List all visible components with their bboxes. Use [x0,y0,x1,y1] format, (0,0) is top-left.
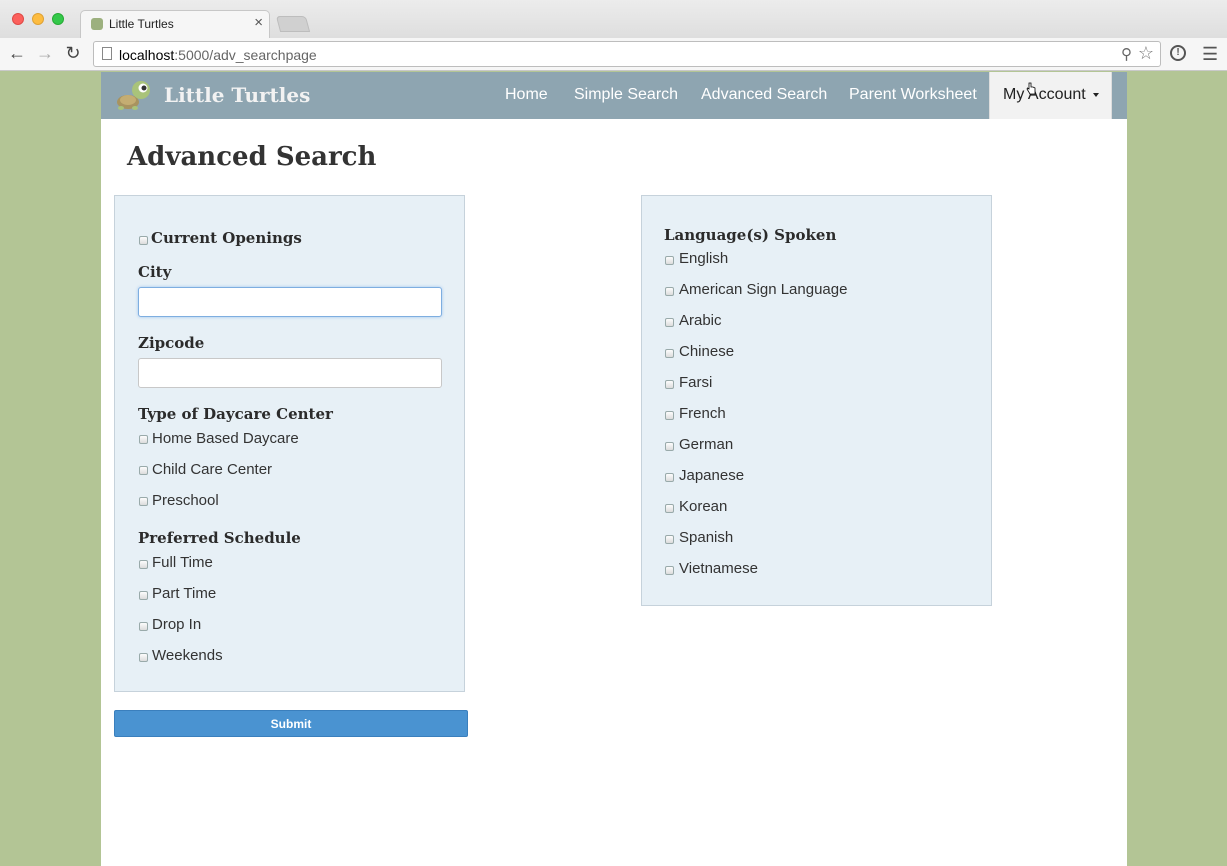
window-close-button[interactable] [12,13,24,25]
browser-toolbar: ← → ↻ localhost:5000/adv_searchpage ⚲ ☆ … [0,38,1227,71]
language-checkbox[interactable] [665,256,674,265]
zipcode-label: Zipcode [138,334,205,352]
languages-title: Language(s) Spoken [664,226,837,244]
tab-close-icon[interactable]: × [254,14,263,31]
site-brand[interactable]: Little Turtles [164,83,310,107]
languages-panel: Language(s) Spoken English American Sign … [641,195,992,606]
url-text[interactable]: localhost:5000/adv_searchpage [119,47,317,63]
new-tab-button[interactable] [275,16,311,32]
star-icon[interactable]: ☆ [1138,43,1154,64]
language-checkbox[interactable] [665,566,674,575]
language-option: Spanish [679,529,734,546]
daycare-type-option: Home Based Daycare [152,430,299,447]
daycare-type-checkbox[interactable] [139,435,148,444]
schedule-checkbox[interactable] [139,653,148,662]
page-icon [102,47,112,60]
language-checkbox[interactable] [665,349,674,358]
language-checkbox[interactable] [665,535,674,544]
language-option: Korean [679,498,728,515]
city-input[interactable] [138,287,442,317]
language-checkbox[interactable] [665,504,674,513]
my-account-dropdown[interactable]: My Account [989,72,1112,119]
language-checkbox[interactable] [665,287,674,296]
schedule-option: Weekends [152,647,223,664]
browser-titlebar: Little Turtles × [0,0,1227,38]
nav-simple-search-link[interactable]: Simple Search [574,86,678,104]
submit-button[interactable]: Submit [114,710,468,737]
language-option: Chinese [679,343,735,360]
daycare-type-title: Type of Daycare Center [138,405,333,423]
url-path: :5000/adv_searchpage [174,47,317,63]
daycare-type-option: Child Care Center [152,461,273,478]
daycare-type-checkbox[interactable] [139,497,148,506]
tab-title: Little Turtles [109,17,174,31]
language-option: American Sign Language [679,281,848,298]
language-option: Arabic [679,312,722,329]
nav-advanced-search-link[interactable]: Advanced Search [701,86,827,104]
city-label: City [138,263,172,281]
current-openings-label: Current Openings [151,229,302,247]
page-title: Advanced Search [127,142,377,172]
current-openings-checkbox[interactable] [139,236,148,245]
site-navbar: Little Turtles Home Simple Search Advanc… [101,72,1127,119]
caret-down-icon [1093,93,1099,97]
reload-icon[interactable]: ↻ [62,42,84,64]
schedule-checkbox[interactable] [139,560,148,569]
schedule-title: Preferred Schedule [138,529,301,547]
language-checkbox[interactable] [665,380,674,389]
schedule-option: Full Time [152,554,213,571]
address-bar[interactable]: localhost:5000/adv_searchpage ⚲ ☆ [93,41,1161,67]
turtle-favicon-icon [91,18,103,30]
language-checkbox[interactable] [665,442,674,451]
language-option: Japanese [679,467,745,484]
url-host: localhost [119,47,175,63]
language-option: English [679,250,729,267]
nav-home-link[interactable]: Home [505,86,548,104]
schedule-checkbox[interactable] [139,591,148,600]
arrow-left-icon[interactable]: ← [6,42,28,64]
schedule-option: Part Time [152,585,217,602]
window-minimize-button[interactable] [32,13,44,25]
schedule-option: Drop In [152,616,202,633]
magnifier-icon[interactable]: ⚲ [1121,45,1132,63]
zipcode-input[interactable] [138,358,442,388]
arrow-right-icon[interactable]: → [34,42,56,64]
window-maximize-button[interactable] [52,13,64,25]
language-option: Vietnamese [679,560,758,577]
language-checkbox[interactable] [665,473,674,482]
language-checkbox[interactable] [665,318,674,327]
language-checkbox[interactable] [665,411,674,420]
search-filters-panel: Current Openings City Zipcode Type of Da… [114,195,465,692]
my-account-label: My Account [1003,86,1086,103]
extension-icon[interactable]: ! [1170,45,1186,61]
page-container: Little Turtles Home Simple Search Advanc… [101,72,1127,866]
schedule-checkbox[interactable] [139,622,148,631]
language-option: French [679,405,726,422]
daycare-type-checkbox[interactable] [139,466,148,475]
browser-tab[interactable]: Little Turtles × [80,10,270,38]
language-option: Farsi [679,374,713,391]
hamburger-menu-icon[interactable]: ☰ [1202,44,1218,65]
nav-parent-worksheet-link[interactable]: Parent Worksheet [849,86,977,104]
turtle-logo-icon[interactable] [115,78,151,112]
daycare-type-option: Preschool [152,492,219,509]
hand-cursor-icon [1026,82,1036,95]
language-option: German [679,436,734,453]
